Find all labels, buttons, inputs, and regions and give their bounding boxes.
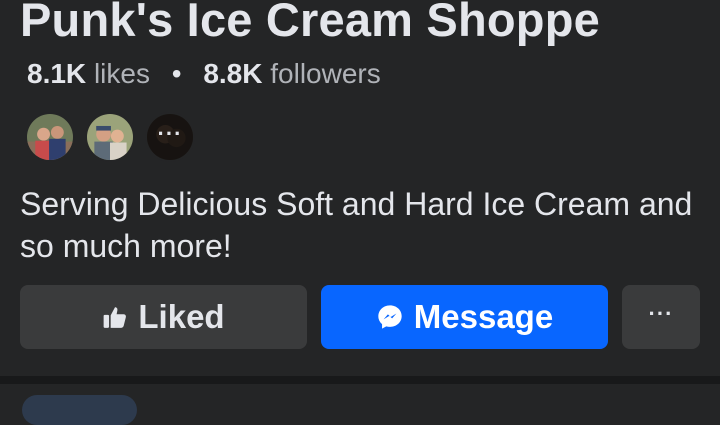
friend-photo-icon — [27, 114, 73, 160]
friend-avatar[interactable] — [85, 112, 135, 162]
liked-label: Liked — [138, 298, 225, 335]
more-friends-label: ··· — [157, 121, 183, 146]
likes-count[interactable]: 8.1K — [27, 58, 86, 89]
page-title: Punk's Ice Cream Shoppe — [20, 0, 600, 46]
friend-avatar-more[interactable]: ··· — [145, 112, 195, 162]
liked-button[interactable]: Liked — [20, 285, 307, 349]
tab-chip[interactable] — [22, 395, 137, 425]
message-button[interactable]: Message — [321, 285, 608, 349]
section-divider — [0, 376, 720, 384]
page-bio: Serving Delicious Soft and Hard Ice Crea… — [20, 186, 693, 264]
thumbs-up-icon — [102, 304, 128, 330]
followers-label[interactable]: followers — [270, 58, 380, 89]
more-options-button[interactable]: ··· — [622, 285, 700, 349]
followers-count[interactable]: 8.8K — [203, 58, 262, 89]
page-stats: 8.1K likes • 8.8K followers — [27, 58, 381, 90]
stats-separator: • — [171, 58, 182, 89]
friend-photo-icon — [87, 114, 133, 160]
message-label: Message — [413, 298, 554, 335]
likes-label[interactable]: likes — [94, 58, 150, 89]
more-options-icon: ··· — [648, 301, 674, 326]
messenger-icon — [376, 303, 404, 331]
friend-avatar[interactable] — [25, 112, 75, 162]
